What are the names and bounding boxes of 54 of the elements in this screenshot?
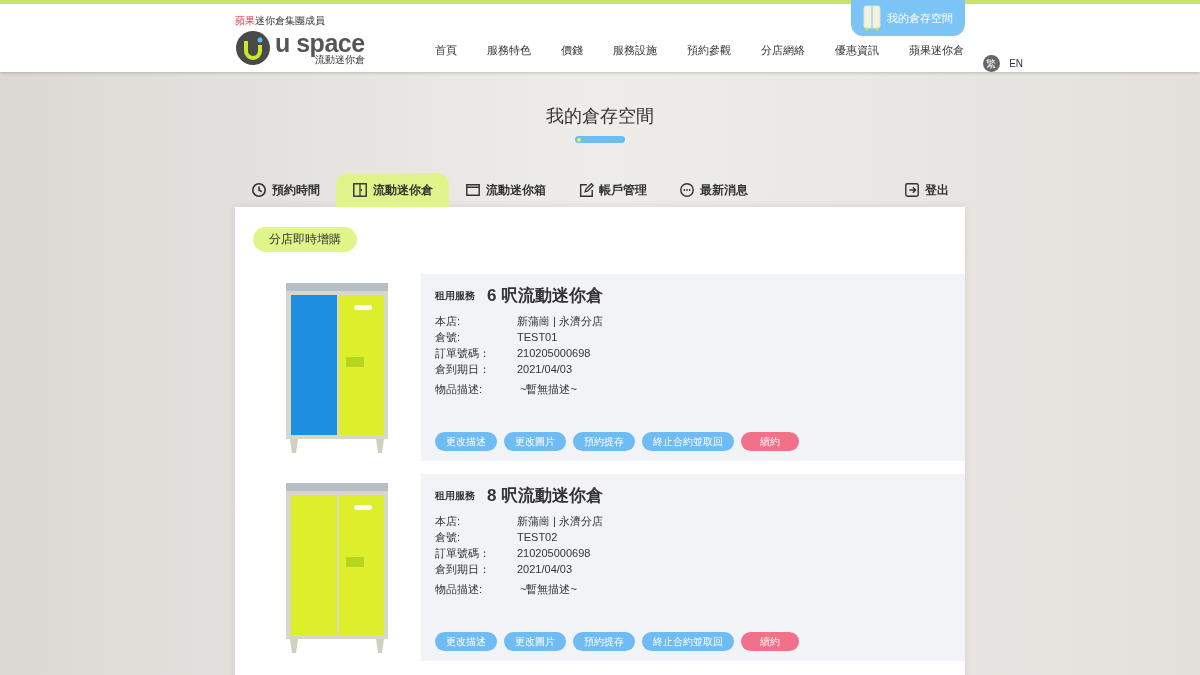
field-value: 2021/04/03 (517, 562, 573, 577)
clock-icon (251, 182, 267, 198)
field-label: 倉到期日： (435, 562, 491, 577)
field-value: 2021/04/03 (517, 362, 573, 377)
logout-icon (904, 182, 920, 198)
tagline: 蘋果迷你倉集團成員 (235, 14, 326, 28)
unit-title: 6 呎流動迷你倉 (487, 285, 604, 307)
nav-link[interactable]: 服務設施 (597, 43, 672, 58)
tab[interactable]: 流動迷你箱 (449, 173, 562, 207)
nav-link[interactable]: 預約參觀 (671, 43, 746, 58)
description-text: ~暫無描述~ (520, 582, 577, 597)
tab[interactable]: 帳戶管理 (562, 173, 663, 207)
field-label: 倉號: (435, 330, 462, 345)
nav-link[interactable]: 蘋果迷你倉 (893, 43, 979, 58)
field-label: 本店: (435, 514, 462, 529)
language-option[interactable]: 繁 (982, 55, 1000, 72)
field-label: 本店: (435, 314, 462, 329)
service-label: 租用服務 (435, 488, 475, 503)
tab[interactable]: 最新消息 (663, 173, 764, 207)
field-label: 物品描述: (435, 382, 484, 397)
service-label: 租用服務 (435, 288, 475, 303)
tab[interactable]: 流動迷你倉 (336, 173, 449, 207)
field-value: TEST02 (517, 530, 558, 545)
field-label: 訂單號碼： (435, 546, 491, 561)
page-title: 我的倉存空間 (545, 105, 655, 128)
logo-text: u space (275, 31, 365, 55)
language-option[interactable]: EN (1007, 55, 1025, 72)
field-value: TEST01 (517, 330, 558, 345)
field-value: 新蒲崗 | 永濟分店 (517, 514, 603, 529)
cabinet-icon (863, 5, 881, 31)
nav-link[interactable]: 首頁 (419, 43, 472, 58)
door-icon (352, 182, 368, 198)
edit-icon (578, 182, 594, 198)
nav-link[interactable]: 優惠資訊 (819, 43, 894, 58)
field-label: 倉到期日： (435, 362, 491, 377)
field-label: 物品描述: (435, 582, 484, 597)
field-label: 倉號: (435, 530, 462, 545)
field-value: 新蒲崗 | 永濟分店 (517, 314, 603, 329)
nav-link[interactable]: 服務特色 (471, 43, 546, 58)
logout-button[interactable]: 登出 (888, 173, 965, 207)
box-icon (465, 182, 481, 198)
logo-icon (235, 30, 271, 66)
logo-subtext: 流動迷你倉 (314, 55, 365, 65)
field-value: 210205000698 (517, 546, 591, 561)
field-value: 210205000698 (517, 346, 591, 361)
description-text: ~暫無描述~ (520, 382, 577, 397)
add-branch-button[interactable]: 分店即時增購 (253, 227, 357, 252)
nav-link[interactable]: 價錢 (545, 43, 598, 58)
unit-title: 8 呎流動迷你倉 (487, 485, 604, 507)
field-label: 訂單號碼： (435, 346, 491, 361)
nav-link[interactable]: 分店網絡 (745, 43, 820, 58)
tab[interactable]: 預約時間 (235, 173, 336, 207)
chat-icon (679, 182, 695, 198)
title-underline (575, 136, 625, 143)
